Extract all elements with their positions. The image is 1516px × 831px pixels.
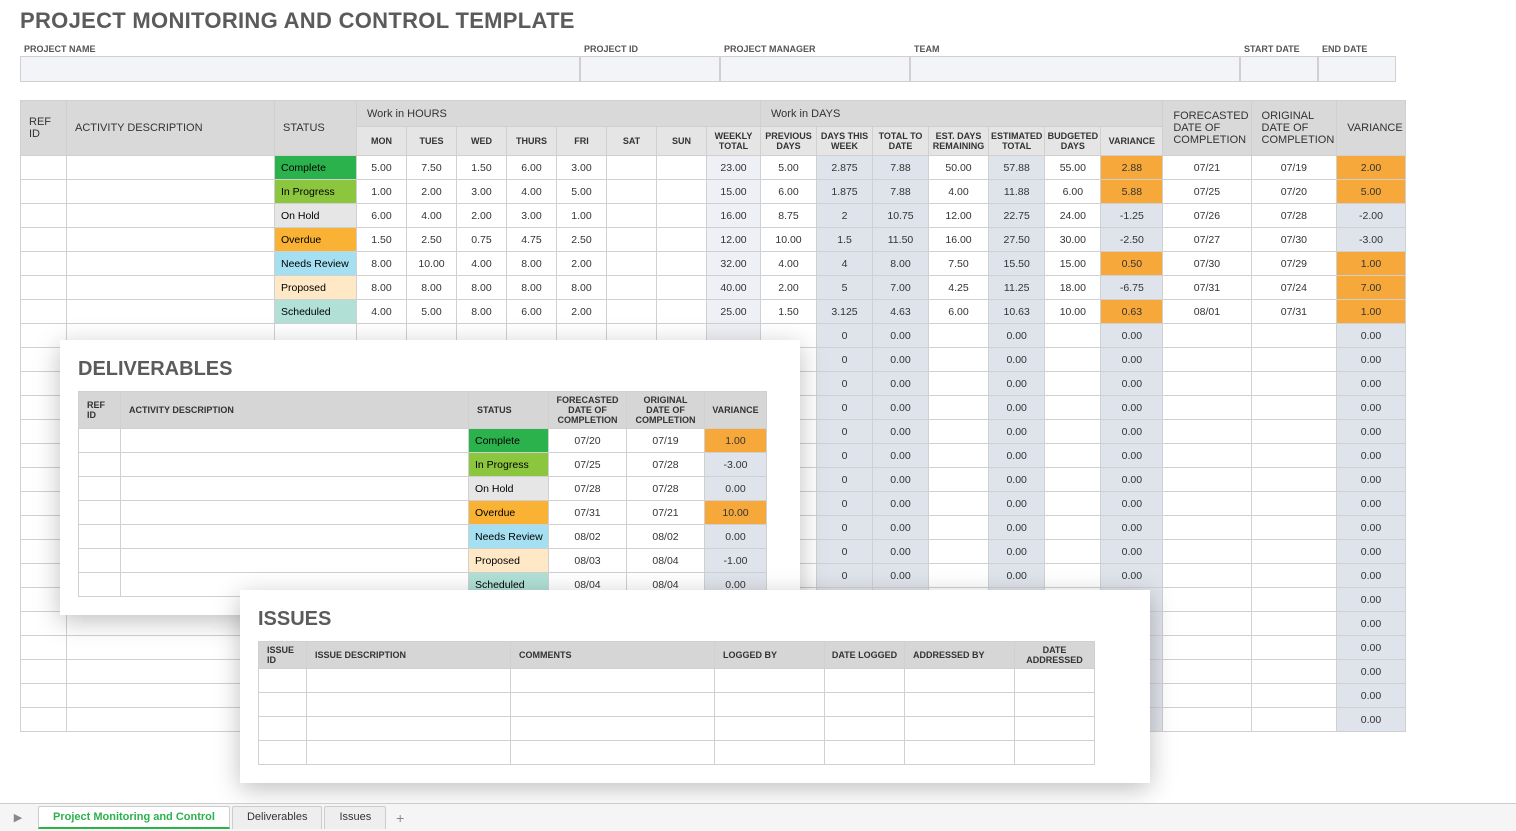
table-row[interactable]: In Progress 1.002.003.004.005.00 15.00 6… bbox=[21, 180, 1406, 204]
col-original: ORIGINAL DATE OF COMPLETION bbox=[1251, 101, 1337, 156]
project-info-bar: PROJECT NAME PROJECT ID PROJECT MANAGER … bbox=[0, 38, 1516, 82]
table-row[interactable]: On Hold 6.004.002.003.001.00 16.00 8.752… bbox=[21, 204, 1406, 228]
issues-table[interactable]: ISSUE ID ISSUE DESCRIPTION COMMENTS LOGG… bbox=[258, 641, 1095, 765]
dlv-col-status: STATUS bbox=[469, 392, 549, 429]
table-row[interactable]: Overdue 1.502.500.754.752.50 12.00 10.00… bbox=[21, 228, 1406, 252]
dlv-col-var: VARIANCE bbox=[705, 392, 767, 429]
dlv-col-activity: ACTIVITY DESCRIPTION bbox=[121, 392, 469, 429]
label-end-date: END DATE bbox=[1318, 38, 1396, 56]
col-wed: WED bbox=[457, 127, 507, 156]
deliverables-card: DELIVERABLES REF ID ACTIVITY DESCRIPTION… bbox=[60, 340, 800, 615]
table-row[interactable] bbox=[259, 693, 1095, 717]
iss-col-date-logged: DATE LOGGED bbox=[825, 642, 905, 669]
table-row[interactable]: Overdue 07/3107/2110.00 bbox=[79, 501, 767, 525]
table-row[interactable]: Needs Review 8.0010.004.008.002.00 32.00… bbox=[21, 252, 1406, 276]
label-project-id: PROJECT ID bbox=[580, 38, 720, 56]
sheet-tab-bar: ▶ Project Monitoring and ControlDelivera… bbox=[0, 803, 1516, 831]
table-row[interactable]: Scheduled 4.005.008.006.002.00 25.00 1.5… bbox=[21, 300, 1406, 324]
col-fri: FRI bbox=[557, 127, 607, 156]
col-mon: MON bbox=[357, 127, 407, 156]
table-row[interactable]: On Hold 07/2807/280.00 bbox=[79, 477, 767, 501]
table-row[interactable]: Needs Review 08/0208/020.00 bbox=[79, 525, 767, 549]
dlv-col-ref: REF ID bbox=[79, 392, 121, 429]
label-team: TEAM bbox=[910, 38, 1240, 56]
col-variance: VARIANCE bbox=[1101, 127, 1163, 156]
table-row[interactable] bbox=[259, 717, 1095, 741]
page-title: PROJECT MONITORING AND CONTROL TEMPLATE bbox=[0, 0, 1516, 38]
table-row[interactable]: Complete 5.007.501.506.003.00 23.00 5.00… bbox=[21, 156, 1406, 180]
iss-col-date-addressed: DATE ADDRESSED bbox=[1015, 642, 1095, 669]
col-est-days-remaining: EST. DAYS REMAINING bbox=[929, 127, 989, 156]
sheet-tab[interactable]: Issues bbox=[324, 806, 386, 829]
iss-col-comments: COMMENTS bbox=[511, 642, 715, 669]
label-start-date: START DATE bbox=[1240, 38, 1318, 56]
iss-col-logged-by: LOGGED BY bbox=[715, 642, 825, 669]
group-hours: Work in HOURS bbox=[357, 101, 761, 127]
dlv-col-fc: FORECASTED DATE OF COMPLETION bbox=[549, 392, 627, 429]
deliverables-table[interactable]: REF ID ACTIVITY DESCRIPTION STATUS FOREC… bbox=[78, 391, 767, 597]
input-start-date[interactable] bbox=[1240, 56, 1318, 82]
table-row[interactable] bbox=[259, 741, 1095, 765]
col-sat: SAT bbox=[607, 127, 657, 156]
input-project-manager[interactable] bbox=[720, 56, 910, 82]
col-est-total: ESTIMATED TOTAL bbox=[989, 127, 1045, 156]
sheet-tab[interactable]: Deliverables bbox=[232, 806, 323, 829]
iss-col-desc: ISSUE DESCRIPTION bbox=[307, 642, 511, 669]
issues-title: ISSUES bbox=[258, 608, 1132, 631]
col-forecasted: FORECASTED DATE OF COMPLETION bbox=[1163, 101, 1251, 156]
table-row[interactable]: Complete 07/2007/191.00 bbox=[79, 429, 767, 453]
dlv-col-od: ORIGINAL DATE OF COMPLETION bbox=[627, 392, 705, 429]
col-ref-id: REF ID bbox=[21, 101, 67, 156]
col-tue: TUES bbox=[407, 127, 457, 156]
col-weekly-total: WEEKLY TOTAL bbox=[707, 127, 761, 156]
sheet-tab[interactable]: Project Monitoring and Control bbox=[38, 806, 230, 829]
col-status: STATUS bbox=[275, 101, 357, 156]
col-sun: SUN bbox=[657, 127, 707, 156]
deliverables-title: DELIVERABLES bbox=[78, 358, 782, 381]
col-total-to-date: TOTAL TO DATE bbox=[873, 127, 929, 156]
col-activity: ACTIVITY DESCRIPTION bbox=[67, 101, 275, 156]
iss-col-addressed-by: ADDRESSED BY bbox=[905, 642, 1015, 669]
input-end-date[interactable] bbox=[1318, 56, 1396, 82]
group-days: Work in DAYS bbox=[761, 101, 1163, 127]
table-row[interactable] bbox=[259, 669, 1095, 693]
issues-card: ISSUES ISSUE ID ISSUE DESCRIPTION COMMEN… bbox=[240, 590, 1150, 783]
input-project-id[interactable] bbox=[580, 56, 720, 82]
col-prev-days: PREVIOUS DAYS bbox=[761, 127, 817, 156]
table-row[interactable]: Proposed 8.008.008.008.008.00 40.00 2.00… bbox=[21, 276, 1406, 300]
add-sheet-button[interactable]: + bbox=[388, 810, 412, 826]
label-project-manager: PROJECT MANAGER bbox=[720, 38, 910, 56]
input-team[interactable] bbox=[910, 56, 1240, 82]
label-project-name: PROJECT NAME bbox=[20, 38, 580, 56]
col-budgeted: BUDGETED DAYS bbox=[1045, 127, 1101, 156]
sheet-nav-icon[interactable]: ▶ bbox=[8, 808, 28, 828]
table-row[interactable]: Proposed 08/0308/04-1.00 bbox=[79, 549, 767, 573]
col-thu: THURS bbox=[507, 127, 557, 156]
col-variance2: VARIANCE bbox=[1337, 101, 1405, 156]
col-days-this-week: DAYS THIS WEEK bbox=[817, 127, 873, 156]
input-project-name[interactable] bbox=[20, 56, 580, 82]
table-row[interactable]: In Progress 07/2507/28-3.00 bbox=[79, 453, 767, 477]
iss-col-id: ISSUE ID bbox=[259, 642, 307, 669]
